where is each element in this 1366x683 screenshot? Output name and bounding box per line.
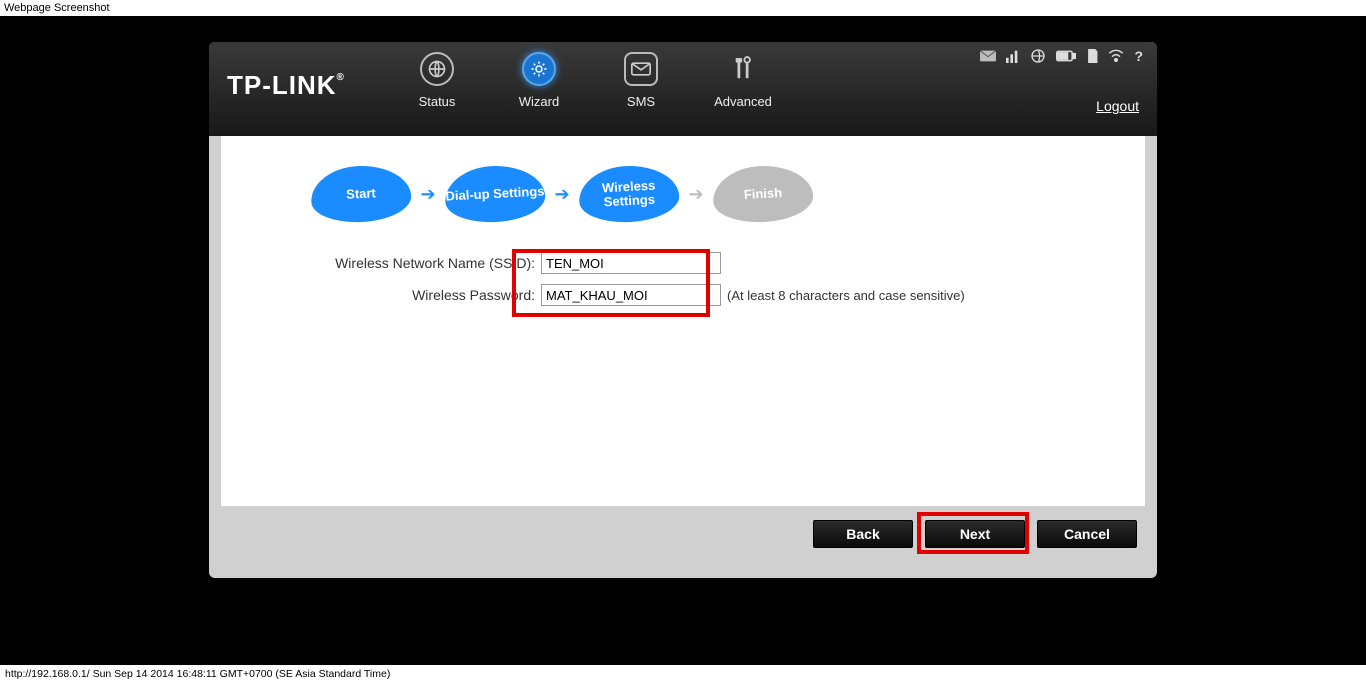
brand-logo: TP-LINK®	[227, 70, 345, 101]
password-input[interactable]	[541, 284, 721, 306]
cancel-button[interactable]: Cancel	[1037, 520, 1137, 548]
tab-advanced[interactable]: Advanced	[711, 52, 775, 109]
envelope-icon	[624, 52, 658, 86]
tab-status[interactable]: Status	[405, 52, 469, 109]
battery-icon	[1056, 50, 1076, 62]
row-password: Wireless Password: (At least 8 character…	[251, 284, 1115, 306]
back-button[interactable]: Back	[813, 520, 913, 548]
tab-wizard[interactable]: Wizard	[507, 52, 571, 109]
tab-sms-label: SMS	[627, 94, 655, 109]
tab-advanced-label: Advanced	[714, 94, 772, 109]
signal-icon	[1006, 49, 1020, 63]
step-dialup: Dial-up Settings	[444, 163, 547, 224]
content-wrap: Start ➔ Dial-up Settings ➔ Wireless Sett…	[209, 136, 1157, 578]
footer-status: http://192.168.0.1/ Sun Sep 14 2014 16:4…	[0, 665, 1366, 683]
arrow-icon: ➔	[551, 184, 573, 205]
row-ssid: Wireless Network Name (SSID):	[251, 252, 1115, 274]
registered-mark: ®	[337, 72, 345, 83]
password-label: Wireless Password:	[251, 287, 541, 303]
nav-tabs: Status Wizard SMS	[405, 52, 775, 109]
tab-status-label: Status	[419, 94, 456, 109]
header-bar: TP-LINK® Status Wizard	[209, 42, 1157, 136]
password-hint: (At least 8 characters and case sensitiv…	[727, 288, 965, 303]
arrow-icon: ➔	[685, 184, 707, 205]
globe-icon	[420, 52, 454, 86]
logout-link[interactable]: Logout	[1096, 98, 1139, 114]
sd-icon	[1086, 49, 1098, 63]
tab-sms[interactable]: SMS	[609, 52, 673, 109]
step-finish: Finish	[712, 163, 815, 224]
outer-frame: TP-LINK® Status Wizard	[0, 16, 1366, 665]
tab-wizard-label: Wizard	[519, 94, 559, 109]
step-start: Start	[310, 163, 413, 224]
wizard-steps: Start ➔ Dial-up Settings ➔ Wireless Sett…	[311, 166, 1115, 222]
page-caption: Webpage Screenshot	[0, 0, 1366, 16]
internet-icon	[1030, 48, 1046, 64]
next-button[interactable]: Next	[925, 520, 1025, 548]
wifi-icon	[1108, 49, 1124, 63]
ssid-label: Wireless Network Name (SSID):	[251, 255, 541, 271]
router-panel: TP-LINK® Status Wizard	[209, 42, 1157, 578]
step-wireless: Wireless Settings	[578, 163, 681, 224]
status-tray: ?	[980, 48, 1143, 64]
tools-icon	[726, 52, 760, 86]
wizard-card: Start ➔ Dial-up Settings ➔ Wireless Sett…	[221, 136, 1145, 506]
button-bar: Back Next Cancel	[221, 506, 1145, 566]
arrow-icon: ➔	[417, 184, 439, 205]
gear-icon	[522, 52, 556, 86]
ssid-input[interactable]	[541, 252, 721, 274]
help-icon[interactable]: ?	[1134, 48, 1143, 64]
mail-icon	[980, 50, 996, 62]
